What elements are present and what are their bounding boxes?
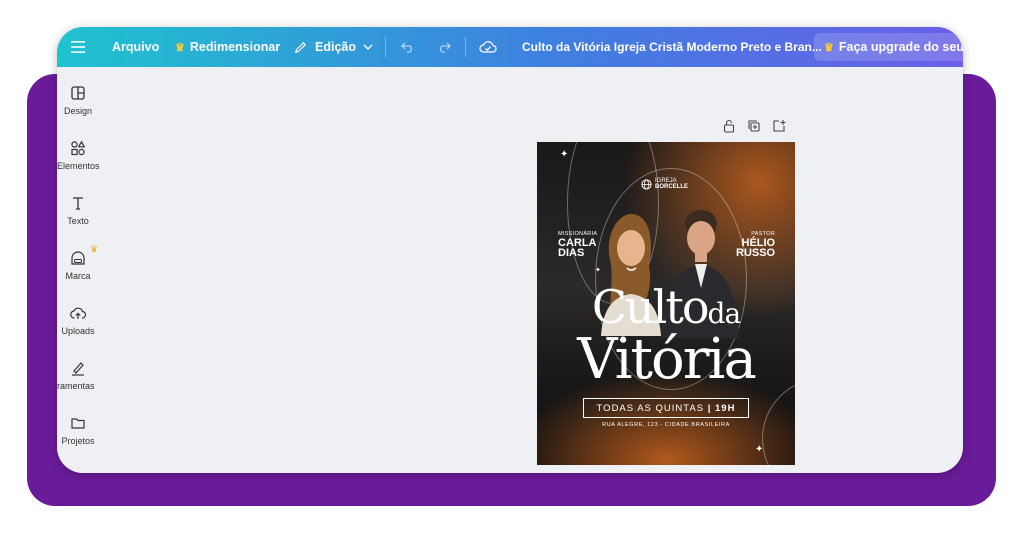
add-page-icon[interactable] <box>772 119 786 133</box>
sidebar-item-tools[interactable]: Ferramentas <box>57 360 99 391</box>
duplicate-page-icon[interactable] <box>747 119 761 133</box>
resize-button[interactable]: ♛ Redimensionar <box>175 27 280 67</box>
crown-icon: ♛ <box>824 41 834 54</box>
cloud-upload-icon <box>70 307 86 319</box>
edit-mode-label: Edição <box>315 40 356 54</box>
file-menu-label: Arquivo <box>112 40 160 54</box>
resize-label: Redimensionar <box>189 40 281 54</box>
title-word: Culto <box>591 280 710 334</box>
file-menu[interactable]: Arquivo <box>112 27 159 67</box>
sidebar-item-brand[interactable]: ♛ Marca <box>57 244 99 281</box>
address-text: RUA ALEGRE, 123 - CIDADE BRASILEIRA <box>602 422 730 428</box>
sidebar-item-label: Ferramentas <box>57 381 95 391</box>
text-icon <box>73 197 83 210</box>
pastor-name: PASTOR HÉLIO RUSSO <box>736 230 776 259</box>
upgrade-label: Faça upgrade do seu... <box>838 40 963 54</box>
design-page[interactable]: ✦ ✦ ✦ ✦ IGREJABORCELLE MISSIONÁRIA CARLA… <box>537 142 795 465</box>
folder-icon <box>71 418 85 429</box>
sidebar-item-text[interactable]: Texto <box>57 195 99 226</box>
draw-icon <box>72 362 84 376</box>
sidebar-item-design[interactable]: Design <box>57 85 99 116</box>
schedule-text: TODAS AS QUINTAS <box>596 402 705 414</box>
document-title-text: Culto da Vitória Igreja Cristã Moderno P… <box>522 40 822 54</box>
schedule-time: | 19H <box>707 402 736 414</box>
sidebar-item-label: Elementos <box>57 161 100 171</box>
church-logo: IGREJA BORCELLE <box>641 178 688 190</box>
sidebar: Design Elementos Texto ♛ Marca Uploads F… <box>57 67 100 473</box>
edit-mode-button[interactable]: Edição <box>293 27 373 67</box>
sidebar-item-label: Projetos <box>61 436 95 446</box>
hamburger-icon <box>71 41 85 53</box>
chevron-down-icon <box>363 44 373 50</box>
globe-icon <box>641 178 652 190</box>
schedule-box: TODAS AS QUINTAS | 19H <box>583 398 749 418</box>
cloud-check-icon <box>479 41 497 53</box>
page-tools <box>722 119 786 133</box>
missionary-name: MISSIONÁRIA CARLA DIAS <box>558 230 597 259</box>
cloud-save-status[interactable] <box>479 27 497 67</box>
title-word: Vitória <box>577 327 757 392</box>
redo-icon <box>440 42 451 53</box>
sidebar-item-label: Design <box>63 106 92 116</box>
sidebar-item-uploads[interactable]: Uploads <box>57 305 99 336</box>
divider <box>465 37 466 57</box>
crown-icon: ♛ <box>90 244 99 254</box>
sparkle-icon: ✦ <box>755 444 764 455</box>
name-line: RUSSO <box>736 247 776 259</box>
brand-icon <box>71 251 85 265</box>
document-title[interactable]: Culto da Vitória Igreja Cristã Moderno P… <box>522 27 822 67</box>
crown-icon: ♛ <box>175 41 185 54</box>
title-word: da <box>707 297 742 330</box>
pencil-icon <box>294 41 307 53</box>
undo-icon <box>401 42 412 53</box>
brand-line: BORCELLE <box>655 184 688 190</box>
menu-button[interactable] <box>71 27 85 67</box>
layout-icon <box>71 86 85 100</box>
sidebar-item-projects[interactable]: Projetos <box>57 415 99 446</box>
sparkle-icon: ✦ <box>560 149 569 160</box>
undo-button[interactable] <box>401 27 415 67</box>
divider <box>385 37 386 57</box>
sidebar-item-elements[interactable]: Elementos <box>57 140 100 171</box>
redo-button[interactable] <box>437 27 451 67</box>
top-bar: Arquivo ♛ Redimensionar Edição Culto da V… <box>57 27 963 67</box>
shapes-icon <box>71 140 86 156</box>
name-line: DIAS <box>558 247 585 259</box>
lock-icon[interactable] <box>722 119 736 133</box>
event-title-line2: Vitória <box>537 332 795 388</box>
upgrade-button[interactable]: ♛ Faça upgrade do seu... <box>814 33 963 61</box>
sidebar-item-label: Uploads <box>61 326 95 336</box>
sidebar-item-label: Marca <box>65 271 91 281</box>
editor-window: Arquivo ♛ Redimensionar Edição Culto da V… <box>57 27 963 473</box>
sidebar-item-label: Texto <box>67 216 89 226</box>
